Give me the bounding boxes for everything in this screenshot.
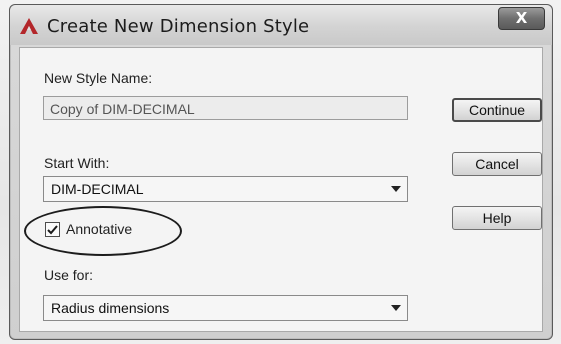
title-bar[interactable]: Create New Dimension Style X xyxy=(10,5,552,45)
cancel-button[interactable]: Cancel xyxy=(452,152,542,176)
new-style-name-input[interactable]: Copy of DIM-DECIMAL xyxy=(43,96,408,120)
chevron-down-icon[interactable] xyxy=(391,305,401,311)
autocad-a-icon xyxy=(20,18,38,34)
dialog-body: New Style Name: Copy of DIM-DECIMAL Star… xyxy=(19,47,543,332)
continue-button[interactable]: Continue xyxy=(452,98,542,122)
start-with-value: DIM-DECIMAL xyxy=(51,181,144,197)
checkmark-icon xyxy=(47,225,58,235)
annotative-label[interactable]: Annotative xyxy=(66,221,132,237)
help-button[interactable]: Help xyxy=(452,206,542,230)
start-with-label: Start With: xyxy=(44,155,110,171)
dialog-title: Create New Dimension Style xyxy=(47,16,310,37)
close-button[interactable]: X xyxy=(498,7,545,30)
new-style-name-label: New Style Name: xyxy=(44,70,153,86)
use-for-value: Radius dimensions xyxy=(51,300,170,316)
use-for-label: Use for: xyxy=(44,267,94,283)
use-for-dropdown[interactable]: Radius dimensions xyxy=(43,295,408,321)
create-new-dimension-style-dialog: Create New Dimension Style X New Style N… xyxy=(9,4,553,340)
chevron-down-icon[interactable] xyxy=(391,186,401,192)
start-with-dropdown[interactable]: DIM-DECIMAL xyxy=(43,176,408,202)
annotative-checkbox[interactable] xyxy=(45,222,60,237)
